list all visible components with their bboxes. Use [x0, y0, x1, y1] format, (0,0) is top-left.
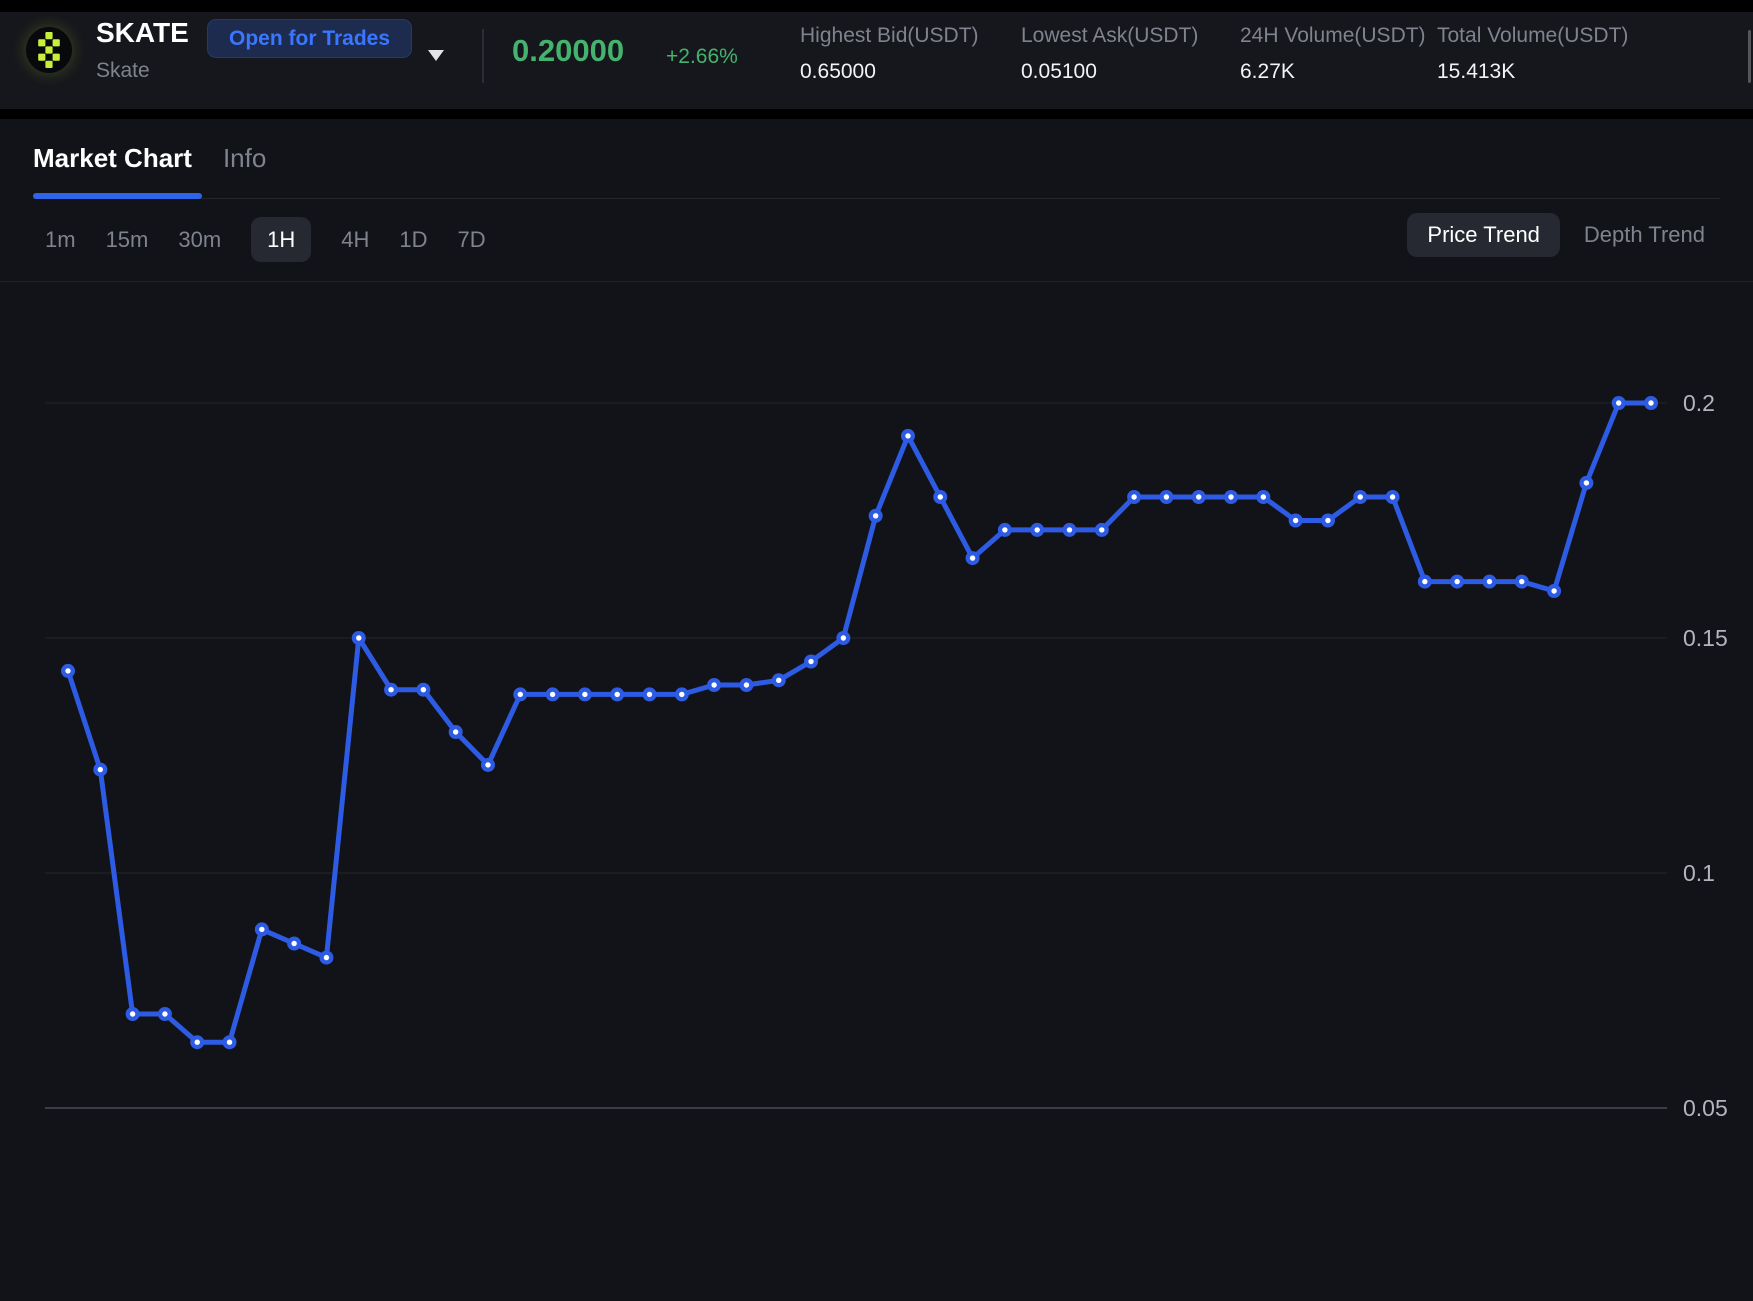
header-separator	[0, 109, 1753, 119]
stat-value: 0.05100	[1021, 60, 1097, 84]
price-change-percent: +2.66%	[666, 45, 738, 69]
interval-button-15m[interactable]: 15m	[106, 227, 149, 253]
pixel-s-glyph	[38, 32, 60, 68]
market-page: SKATE Skate Open for Trades 0.20000 +2.6…	[0, 0, 1753, 1301]
svg-text:0.15: 0.15	[1683, 625, 1728, 651]
market-content: Market Chart Info 1m 15m 30m 1H 4H 1D 7D Price …	[0, 119, 1753, 1301]
stat-label: 24H Volume(USDT)	[1240, 24, 1426, 48]
interval-selector: 1m 15m 30m 1H 4H 1D 7D	[45, 217, 486, 262]
price-trend-button[interactable]: Price Trend	[1407, 213, 1560, 257]
token-symbol: SKATE	[96, 17, 189, 49]
tabs-row: Market Chart Info	[0, 119, 1753, 199]
depth-trend-button[interactable]: Depth Trend	[1584, 222, 1705, 248]
scrollbar-thumb[interactable]	[1748, 30, 1751, 83]
token-logo-icon	[26, 27, 72, 73]
tabs: Market Chart Info	[33, 143, 266, 174]
tab-info[interactable]: Info	[223, 143, 266, 174]
header-divider	[482, 29, 484, 83]
chart-toolbar: 1m 15m 30m 1H 4H 1D 7D Price Trend Depth Trend	[0, 199, 1753, 281]
stat-value: 6.27K	[1240, 60, 1295, 84]
svg-text:0.1: 0.1	[1683, 860, 1715, 886]
interval-button-30m[interactable]: 30m	[178, 227, 221, 253]
status-badge: Open for Trades	[207, 19, 412, 58]
interval-button-7d[interactable]: 7D	[458, 227, 486, 253]
token-name: Skate	[96, 59, 150, 83]
stat-label: Total Volume(USDT)	[1437, 24, 1628, 48]
price-line-chart[interactable]: 0.2 0.15 0.1 0.05	[0, 281, 1753, 1301]
interval-button-1m[interactable]: 1m	[45, 227, 76, 253]
chart-area: 0.2 0.15 0.1 0.05	[0, 281, 1753, 1301]
svg-text:0.2: 0.2	[1683, 390, 1715, 416]
svg-text:0.05: 0.05	[1683, 1095, 1728, 1121]
last-price: 0.20000	[512, 33, 624, 69]
chevron-down-icon[interactable]	[428, 50, 444, 61]
interval-button-1h[interactable]: 1H	[251, 217, 311, 262]
interval-button-4h[interactable]: 4H	[341, 227, 369, 253]
stat-label: Highest Bid(USDT)	[800, 24, 979, 48]
stat-value: 0.65000	[800, 60, 876, 84]
token-header: SKATE Skate Open for Trades 0.20000 +2.6…	[0, 12, 1753, 109]
stat-label: Lowest Ask(USDT)	[1021, 24, 1198, 48]
interval-button-1d[interactable]: 1D	[399, 227, 427, 253]
tab-market-chart[interactable]: Market Chart	[33, 143, 192, 174]
stat-value: 15.413K	[1437, 60, 1515, 84]
view-toggle: Price Trend Depth Trend	[1407, 213, 1705, 257]
